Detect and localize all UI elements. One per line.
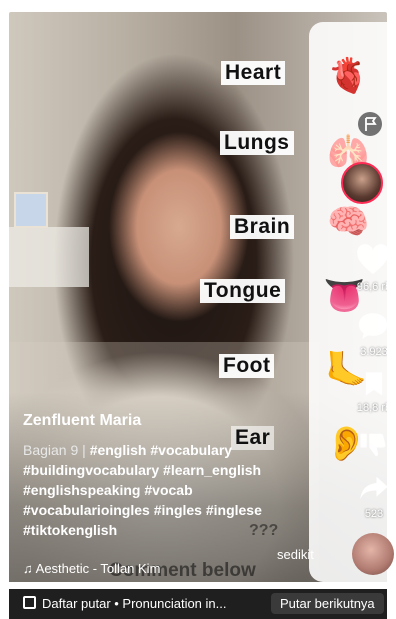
- bookmark-icon: [365, 372, 383, 396]
- word-tongue: Tongue: [200, 279, 286, 303]
- share-count: 523: [364, 508, 384, 520]
- author-avatar[interactable]: [341, 162, 383, 204]
- background-picture: [14, 192, 48, 228]
- word-lungs: Lungs: [220, 131, 294, 155]
- word-brain: Brain: [230, 215, 295, 239]
- playlist-icon: [23, 596, 36, 609]
- heart-icon: [357, 244, 387, 275]
- play-next-button[interactable]: Putar berikutnya: [271, 593, 384, 614]
- video-frame[interactable]: Heart Lungs Brain Tongue Foot Ear 🫀 🫁 🧠 …: [9, 12, 387, 619]
- like-count: 96,6 rb: [356, 281, 387, 293]
- background-shelf: [9, 227, 89, 287]
- heart-emoji-icon: 🫀: [327, 57, 370, 95]
- report-flag-icon[interactable]: [358, 112, 382, 136]
- playlist-bar[interactable]: Daftar putar • Pronunciation in... Putar…: [9, 589, 387, 619]
- comment-icon: [358, 313, 387, 339]
- comment-count: 3.923: [360, 346, 387, 358]
- save-count: 18,8 rb: [356, 402, 387, 414]
- see-less-link[interactable]: sedikit: [277, 547, 314, 562]
- music-label[interactable]: ♫ Aesthetic - Tollan Kim: [23, 561, 160, 576]
- author-username[interactable]: Zenfluent Maria: [23, 412, 141, 430]
- brain-emoji-icon: 🧠: [327, 203, 370, 241]
- thumbs-down-icon: [360, 433, 386, 457]
- share-arrow-icon: [360, 476, 387, 500]
- comment-button[interactable]: [356, 310, 387, 347]
- video-caption[interactable]: Bagian 9 | #english #vocabulary #buildin…: [23, 440, 313, 540]
- playlist-label[interactable]: Daftar putar • Pronunciation in...: [42, 596, 226, 611]
- save-button[interactable]: [361, 370, 387, 403]
- share-button[interactable]: [359, 474, 387, 507]
- word-foot: Foot: [219, 354, 275, 378]
- music-disc-icon[interactable]: [352, 533, 394, 575]
- like-button[interactable]: [356, 244, 387, 281]
- word-heart: Heart: [221, 61, 286, 85]
- dislike-button[interactable]: [358, 430, 387, 465]
- caption-part: Bagian 9 |: [23, 442, 90, 458]
